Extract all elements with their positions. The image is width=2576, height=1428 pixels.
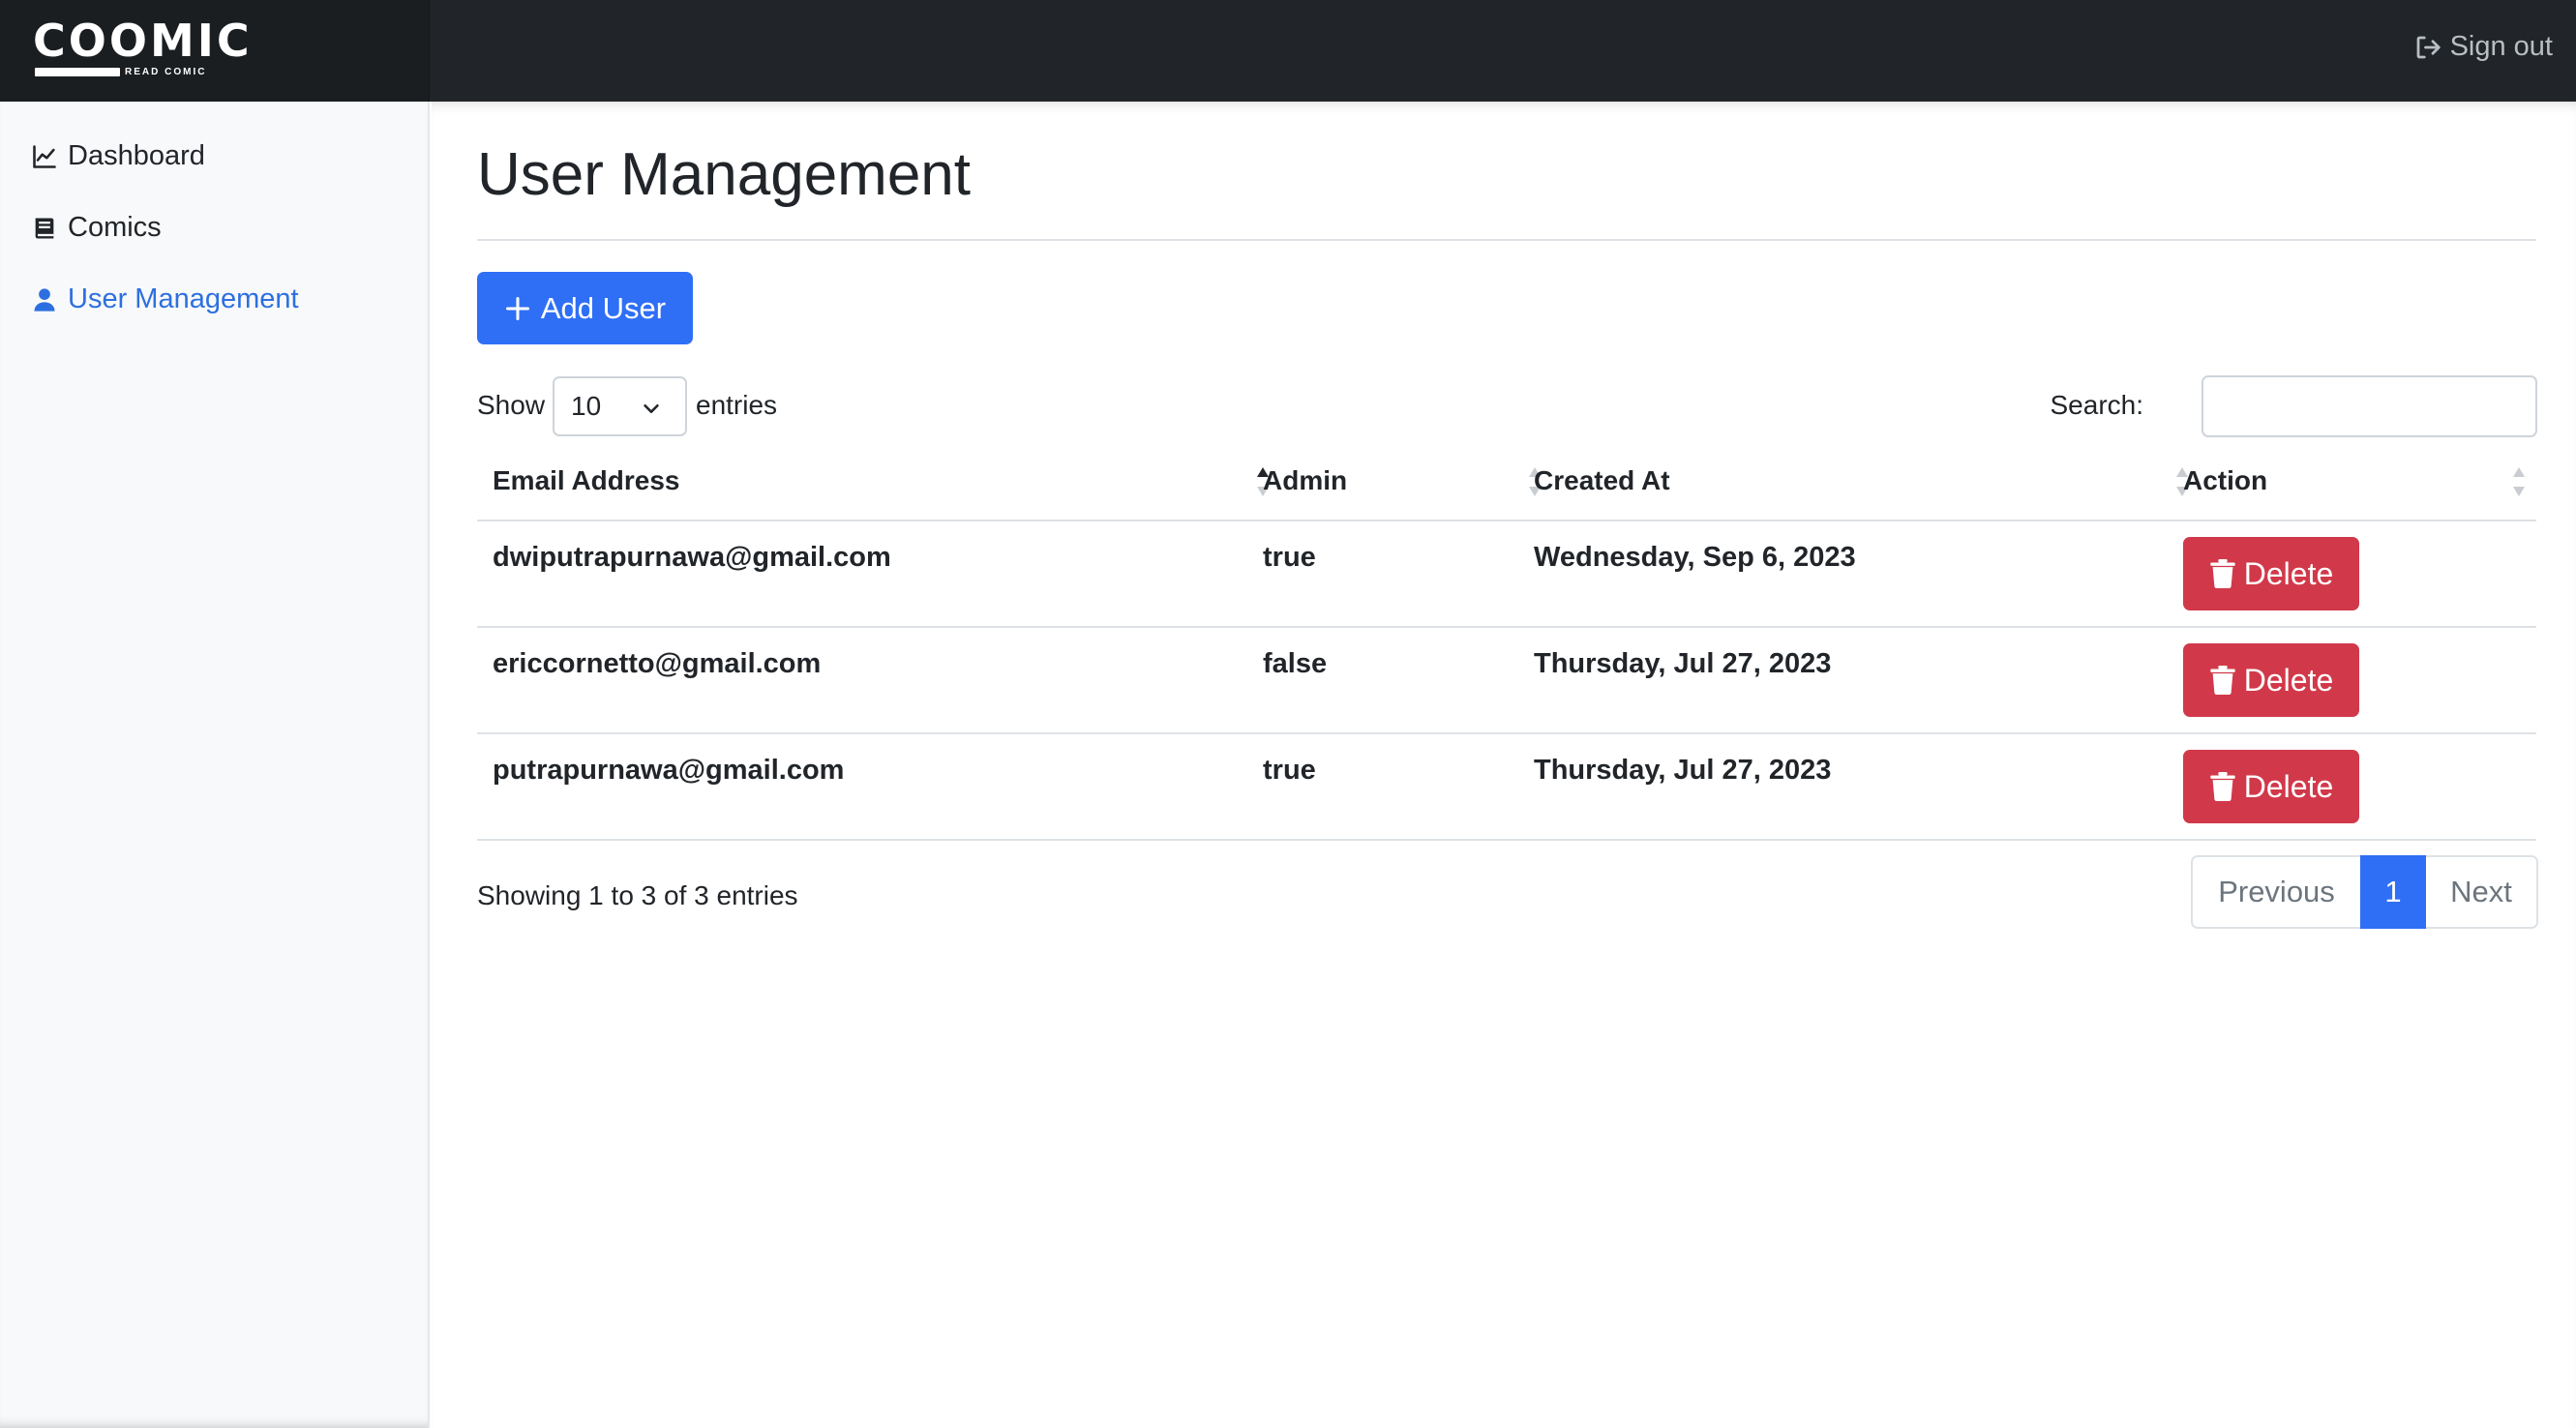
email-cell: putrapurnawa@gmail.com	[493, 755, 845, 786]
brand-logo[interactable]: COOMIC READ COMIC	[33, 14, 253, 77]
sidebar: Dashboard Comics User Management	[0, 102, 430, 1428]
table-header: Email Address Admin Created At Action	[477, 440, 2536, 521]
search-input[interactable]	[2202, 375, 2537, 437]
created-at-cell: Thursday, Jul 27, 2023	[1534, 755, 1832, 786]
sidebar-item-label: User Management	[68, 283, 299, 314]
sign-out-link[interactable]: Sign out	[2413, 31, 2553, 63]
entries-per-page-select[interactable]: 10	[553, 376, 687, 436]
pagination-page-1[interactable]: 1	[2360, 855, 2426, 929]
brand-area: COOMIC READ COMIC	[0, 0, 430, 102]
pagination-previous[interactable]: Previous	[2191, 855, 2360, 929]
delete-label: Delete	[2243, 768, 2334, 804]
search-label: Search:	[2050, 390, 2144, 420]
column-header-email[interactable]: Email Address	[493, 440, 1247, 521]
table-row: putrapurnawa@gmail.com true Thursday, Ju…	[477, 734, 2536, 841]
table-info: Showing 1 to 3 of 3 entries	[477, 880, 798, 910]
line-chart-icon	[33, 144, 56, 168]
entries-per-page-value: 10	[571, 391, 602, 421]
table-row: dwiputrapurnawa@gmail.com true Wednesday…	[477, 521, 2536, 628]
sidebar-item-label: Dashboard	[68, 140, 205, 171]
table-row: ericcornetto@gmail.com false Thursday, J…	[477, 628, 2536, 734]
book-icon	[35, 218, 54, 238]
pagination-next[interactable]: Next	[2426, 855, 2538, 929]
column-header-created-at[interactable]: Created At	[1534, 440, 2134, 521]
column-header-action[interactable]: Action	[2183, 440, 2512, 521]
column-header-label: Created At	[1534, 465, 1670, 495]
sidebar-item-label: Comics	[68, 212, 162, 243]
pagination: Previous 1 Next	[2191, 855, 2538, 929]
column-header-label: Email Address	[493, 465, 680, 495]
plus-icon	[505, 296, 529, 320]
top-navbar: COOMIC READ COMIC Sign out	[0, 0, 2576, 102]
trash-icon	[2210, 559, 2235, 588]
admin-cell: true	[1263, 542, 1316, 573]
sidebar-item-dashboard[interactable]: Dashboard	[31, 140, 205, 172]
title-divider	[477, 239, 2536, 241]
delete-button[interactable]: Delete	[2183, 643, 2359, 717]
delete-button[interactable]: Delete	[2183, 537, 2359, 610]
sign-out-icon	[2416, 36, 2441, 58]
delete-button[interactable]: Delete	[2183, 750, 2359, 823]
column-header-label: Admin	[1263, 465, 1348, 495]
main-content: User Management Add User Show 10 entries…	[432, 102, 2576, 1428]
delete-label: Delete	[2243, 555, 2334, 591]
delete-label: Delete	[2243, 662, 2334, 698]
user-icon	[34, 287, 55, 312]
admin-cell: false	[1263, 648, 1328, 679]
admin-cell: true	[1263, 755, 1316, 786]
chevron-down-icon	[644, 403, 659, 413]
email-cell: dwiputrapurnawa@gmail.com	[493, 542, 891, 573]
trash-icon	[2210, 666, 2235, 695]
sign-out-label: Sign out	[2449, 31, 2553, 62]
column-header-admin[interactable]: Admin	[1263, 440, 1514, 521]
email-cell: ericcornetto@gmail.com	[493, 648, 822, 679]
created-at-cell: Thursday, Jul 27, 2023	[1534, 648, 1832, 679]
entries-label: entries	[696, 390, 778, 420]
column-header-label: Action	[2183, 465, 2268, 495]
add-user-button[interactable]: Add User	[477, 272, 693, 344]
trash-icon	[2210, 772, 2235, 801]
sidebar-item-user-management[interactable]: User Management	[31, 283, 299, 315]
brand-tagline: READ COMIC	[125, 67, 207, 77]
sort-icon	[2513, 467, 2525, 496]
sidebar-item-comics[interactable]: Comics	[31, 212, 162, 244]
created-at-cell: Wednesday, Sep 6, 2023	[1534, 542, 1856, 573]
add-user-label: Add User	[540, 290, 667, 325]
brand-name: COOMIC	[33, 15, 253, 67]
brand-underline	[35, 68, 120, 76]
page-title: User Management	[477, 141, 972, 208]
show-label: Show	[477, 390, 546, 420]
